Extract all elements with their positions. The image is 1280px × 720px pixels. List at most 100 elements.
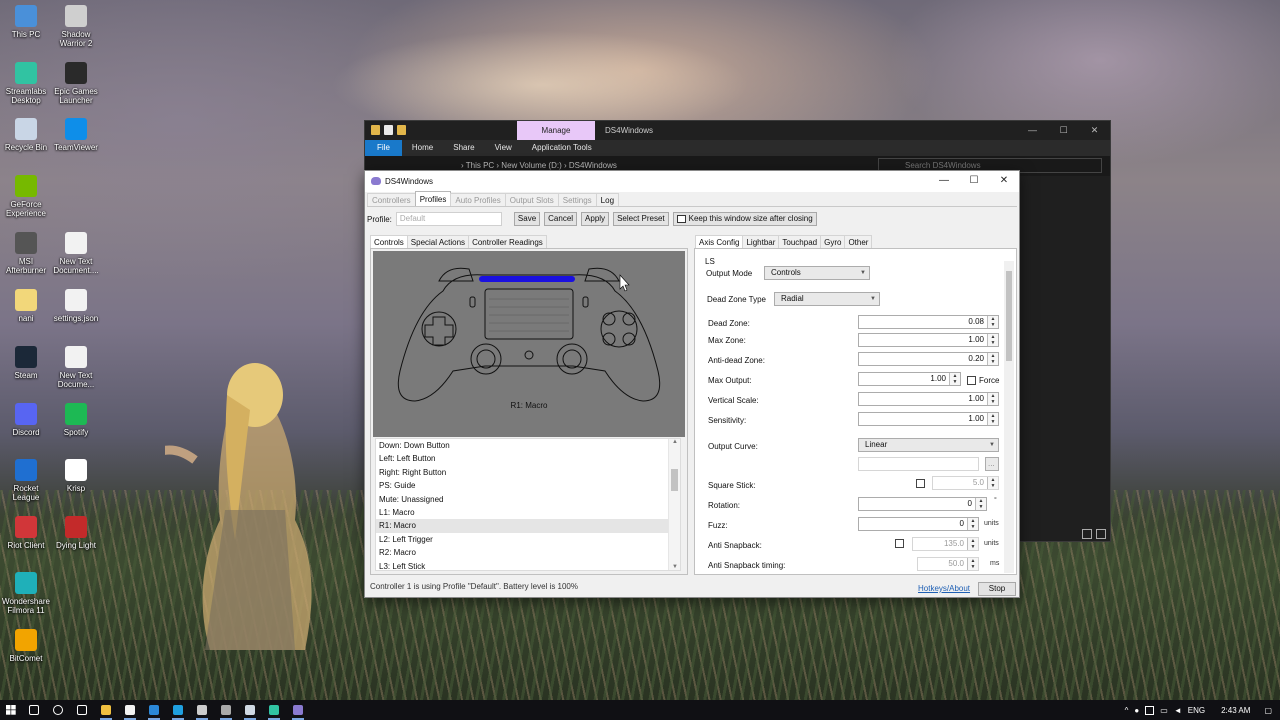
max-output-stepper[interactable]: 1.00 ▲ ▼ xyxy=(858,372,961,386)
ds4windows-window[interactable]: DS4Windows — ☐ ✕ Controllers Profiles Au… xyxy=(364,170,1020,598)
axis-config-scrollbar[interactable] xyxy=(1004,261,1014,573)
taskbar-app[interactable] xyxy=(46,700,70,720)
clock[interactable]: 2:43 AM xyxy=(1221,706,1250,715)
mapping-list[interactable]: Down: Down Button Left: Left Button Right:… xyxy=(375,438,681,571)
list-item[interactable]: Mute: Unassigned xyxy=(376,493,680,506)
new-folder-icon[interactable] xyxy=(397,125,406,135)
tab-touchpad[interactable]: Touchpad xyxy=(778,235,822,248)
battery-icon[interactable] xyxy=(1145,705,1155,715)
max-zone-stepper[interactable]: 1.00 ▲ ▼ xyxy=(858,333,999,347)
save-button[interactable]: Save xyxy=(513,212,541,226)
fuzz-stepper[interactable]: 0 ▲ ▼ xyxy=(858,517,979,531)
address-path[interactable]: › This PC › New Volume (D:) › DS4Windows xyxy=(461,161,617,170)
spin-down-icon[interactable]: ▼ xyxy=(968,564,978,570)
network-icon[interactable]: ▭ xyxy=(1160,706,1168,715)
taskbar-app[interactable] xyxy=(166,700,190,720)
desktop-shortcut[interactable]: This PC xyxy=(0,5,52,39)
keep-window-size-toggle[interactable]: Keep this window size after closing xyxy=(672,212,817,226)
taskbar-app[interactable] xyxy=(238,700,262,720)
desktop-shortcut[interactable]: New Text Document.... xyxy=(50,232,102,275)
mapping-list-scrollbar[interactable]: ▲ ▼ xyxy=(668,439,680,570)
desktop-shortcut[interactable]: GeForce Experience xyxy=(0,175,52,218)
desktop-shortcut[interactable]: Riot Client xyxy=(0,516,52,550)
volume-icon[interactable]: ◄ xyxy=(1174,706,1182,715)
tab-controllers[interactable]: Controllers xyxy=(367,193,416,206)
spin-down-icon[interactable]: ▼ xyxy=(988,419,998,425)
taskbar-app[interactable] xyxy=(214,700,238,720)
tab-auto-profiles[interactable]: Auto Profiles xyxy=(450,193,506,206)
folder-icon[interactable] xyxy=(371,125,380,135)
desktop-shortcut[interactable]: New Text Docume... xyxy=(50,346,102,389)
list-item[interactable]: L2: Left Trigger xyxy=(376,533,680,546)
list-item[interactable]: Left: Left Button xyxy=(376,452,680,465)
list-item[interactable]: R1: Macro xyxy=(376,519,680,533)
list-item[interactable]: R2: Macro xyxy=(376,546,680,559)
desktop-shortcut[interactable]: Streamlabs Desktop xyxy=(0,62,52,105)
tab-controller-readings[interactable]: Controller Readings xyxy=(468,235,547,248)
list-item[interactable]: PS: Guide xyxy=(376,479,680,492)
desktop-shortcut[interactable]: Discord xyxy=(0,403,52,437)
desktop-shortcut[interactable]: nani xyxy=(0,289,52,323)
microphone-icon[interactable]: ● xyxy=(1134,706,1139,715)
hotkeys-about-link[interactable]: Hotkeys/About xyxy=(918,584,970,593)
spin-down-icon[interactable]: ▼ xyxy=(988,483,998,489)
desktop-shortcut[interactable]: settings.json xyxy=(50,289,102,323)
spin-down-icon[interactable]: ▼ xyxy=(988,399,998,405)
desktop-shortcut[interactable]: BitComet xyxy=(0,629,52,663)
maximize-icon[interactable]: ☐ xyxy=(959,171,989,192)
square-stick-checkbox[interactable] xyxy=(916,479,925,488)
tab-output-slots[interactable]: Output Slots xyxy=(504,193,559,206)
desktop-shortcut[interactable]: Dying Light xyxy=(50,516,102,550)
list-item[interactable]: Down: Down Button xyxy=(376,439,680,452)
select-preset-button[interactable]: Select Preset xyxy=(613,212,669,226)
spin-down-icon[interactable]: ▼ xyxy=(988,322,998,328)
spin-down-icon[interactable]: ▼ xyxy=(968,544,978,550)
taskbar-app[interactable] xyxy=(94,700,118,720)
spin-down-icon[interactable]: ▼ xyxy=(976,504,986,510)
spin-down-icon[interactable]: ▼ xyxy=(988,340,998,346)
desktop-shortcut[interactable]: Steam xyxy=(0,346,52,380)
anti-snapback-checkbox[interactable] xyxy=(895,539,904,548)
desktop-shortcut[interactable]: Recycle Bin xyxy=(0,118,52,152)
scroll-thumb[interactable] xyxy=(671,469,678,491)
output-mode-select[interactable]: Controls ▼ xyxy=(764,266,870,280)
chevron-up-icon[interactable]: ^ xyxy=(1125,706,1129,715)
desktop-shortcut[interactable]: Wondershare Filmora 11 xyxy=(0,572,52,615)
ribbon-tab-home[interactable]: Home xyxy=(402,140,443,156)
taskbar-app[interactable] xyxy=(286,700,310,720)
language-indicator[interactable]: ENG xyxy=(1188,706,1205,715)
start-button[interactable] xyxy=(0,700,22,720)
desktop-shortcut[interactable]: Spotify xyxy=(50,403,102,437)
custom-curve-button[interactable]: ... xyxy=(985,457,999,471)
apply-button[interactable]: Apply xyxy=(581,212,610,226)
tab-other[interactable]: Other xyxy=(844,235,873,248)
taskbar-app[interactable] xyxy=(118,700,142,720)
minimize-icon[interactable]: — xyxy=(1017,121,1048,140)
desktop-shortcut[interactable]: Shadow Warrior 2 xyxy=(50,5,102,48)
custom-curve-input[interactable] xyxy=(858,457,979,471)
tab-log[interactable]: Log xyxy=(595,193,620,206)
minimize-icon[interactable]: — xyxy=(929,171,959,192)
dead-zone-type-select[interactable]: Radial ▼ xyxy=(774,292,880,306)
desktop-shortcut[interactable]: MSI Afterburner xyxy=(0,232,52,275)
tab-settings[interactable]: Settings xyxy=(557,193,597,206)
profile-name-input[interactable]: Default xyxy=(395,212,502,226)
rotation-stepper[interactable]: 0 ▲ ▼ xyxy=(858,497,987,511)
spin-down-icon[interactable]: ▼ xyxy=(950,379,960,385)
desktop-shortcut[interactable]: Rocket League xyxy=(0,459,52,502)
ribbon-tab-file[interactable]: File xyxy=(365,140,402,156)
output-curve-select[interactable]: Linear ▼ xyxy=(858,438,999,452)
dead-zone-stepper[interactable]: 0.08 ▲ ▼ xyxy=(858,315,999,329)
details-view-icon[interactable] xyxy=(1082,529,1092,539)
sensitivity-stepper[interactable]: 1.00 ▲ ▼ xyxy=(858,412,999,426)
taskbar-app[interactable] xyxy=(70,700,94,720)
scroll-up-icon[interactable]: ▲ xyxy=(669,439,680,445)
square-stick-roundness-stepper[interactable]: 5.0 ▲ ▼ xyxy=(932,476,999,490)
tab-profiles[interactable]: Profiles xyxy=(414,191,452,206)
vertical-scale-stepper[interactable]: 1.00 ▲ ▼ xyxy=(858,392,999,406)
list-item[interactable]: L1: Macro xyxy=(376,506,680,519)
spin-down-icon[interactable]: ▼ xyxy=(968,524,978,530)
properties-icon[interactable] xyxy=(384,125,393,135)
desktop-shortcut[interactable]: Krisp xyxy=(50,459,102,493)
desktop-shortcut[interactable]: Epic Games Launcher xyxy=(50,62,102,105)
